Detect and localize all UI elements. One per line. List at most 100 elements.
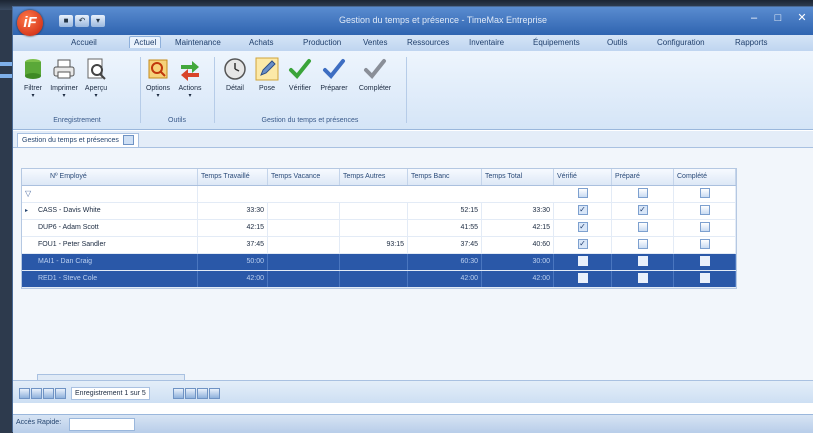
- filtrer-button[interactable]: Filtrer ▾: [19, 57, 47, 99]
- first-record-icon[interactable]: [19, 388, 30, 399]
- column-header[interactable]: Vérifié: [554, 169, 612, 185]
- check-gray-icon: [363, 57, 387, 81]
- table-row[interactable]: CASS - Davis White 33:30 52:15 33:30 ▸: [22, 203, 736, 220]
- cell-employee: DUP6 - Adam Scott: [22, 220, 198, 236]
- verified-checkbox[interactable]: [577, 205, 588, 216]
- maximize-icon[interactable]: □: [766, 9, 790, 27]
- cell-completed: [674, 254, 736, 270]
- cell-completed: [674, 237, 736, 253]
- cell-verified: [554, 203, 612, 219]
- prev-record-icon[interactable]: [43, 388, 54, 399]
- cell-verified: [554, 220, 612, 236]
- quick-access-input[interactable]: [69, 418, 135, 431]
- filter-checkbox[interactable]: [637, 188, 648, 199]
- pen-icon: [255, 57, 279, 81]
- tab-outils[interactable]: Outils: [607, 38, 627, 47]
- prepared-checkbox[interactable]: [637, 205, 648, 216]
- prepared-checkbox[interactable]: [637, 222, 648, 233]
- cell-vacation: [268, 220, 340, 236]
- tab-maintenance[interactable]: Maintenance: [175, 38, 221, 47]
- next-page-icon[interactable]: [185, 388, 196, 399]
- table-row[interactable]: DUP6 - Adam Scott 42:15 41:55 42:15: [22, 220, 736, 237]
- close-icon[interactable]: ✕: [790, 9, 813, 27]
- table-row[interactable]: MAI1 - Dan Craig 50:00 60:30 30:00: [22, 254, 736, 271]
- apercu-button[interactable]: Aperçu ▾: [81, 57, 111, 99]
- completed-checkbox[interactable]: [699, 205, 710, 216]
- prev-page-icon[interactable]: [31, 388, 42, 399]
- tab-equipements[interactable]: Équipements: [533, 38, 580, 47]
- completer-button[interactable]: Compléter: [354, 57, 396, 92]
- column-header[interactable]: Temps Total: [482, 169, 554, 185]
- table-row[interactable]: FOU1 - Peter Sandler 37:45 93:15 37:45 40:60: [22, 237, 736, 254]
- quick-access-label: Accès Rapide:: [16, 419, 62, 426]
- column-header[interactable]: Temps Travaillé: [198, 169, 268, 185]
- tab-close-icon[interactable]: [122, 135, 134, 146]
- dropdown-arrow-icon: ▾: [156, 93, 160, 99]
- cell-vacation: [268, 237, 340, 253]
- completed-checkbox[interactable]: [699, 256, 710, 267]
- cell-verified: [554, 237, 612, 253]
- prepared-checkbox[interactable]: [637, 239, 648, 250]
- cell-bank: 42:00: [408, 271, 482, 287]
- tab-ressources[interactable]: Ressources: [407, 38, 449, 47]
- cell-bank: 37:45: [408, 237, 482, 253]
- imprimer-button[interactable]: Imprimer ▾: [49, 57, 79, 99]
- verified-checkbox[interactable]: [577, 222, 588, 233]
- prev-icon[interactable]: [55, 388, 66, 399]
- preparer-button[interactable]: Préparer: [318, 57, 350, 92]
- tab-inventaire[interactable]: Inventaire: [469, 38, 504, 47]
- tab-rapports[interactable]: Rapports: [735, 38, 767, 47]
- last-record-icon[interactable]: [197, 388, 208, 399]
- column-header[interactable]: Préparé: [612, 169, 674, 185]
- completed-checkbox[interactable]: [699, 239, 710, 250]
- cell-prepared: [612, 237, 674, 253]
- prepared-checkbox[interactable]: [637, 273, 648, 284]
- column-header[interactable]: Temps Vacance: [268, 169, 340, 185]
- window-title: Gestion du temps et présence - TimeMax E…: [338, 15, 548, 25]
- cell-other: [340, 203, 408, 219]
- tab-accueil[interactable]: Accueil: [71, 38, 97, 47]
- filter-checkbox[interactable]: [699, 188, 710, 199]
- filter-icon[interactable]: ▽: [22, 186, 198, 202]
- cell-worked: 42:00: [198, 271, 268, 287]
- prepared-checkbox[interactable]: [637, 256, 648, 267]
- column-header[interactable]: Temps Autres: [340, 169, 408, 185]
- options-icon: [146, 57, 170, 81]
- application-window: ■ ↶ ▾ Gestion du temps et présence - Tim…: [12, 6, 813, 433]
- tab-configuration[interactable]: Configuration: [657, 38, 705, 47]
- completed-checkbox[interactable]: [699, 222, 710, 233]
- grid-filter-row[interactable]: ▽: [22, 186, 736, 203]
- tab-ventes[interactable]: Ventes: [363, 38, 387, 47]
- dropdown-icon[interactable]: ▾: [91, 15, 105, 27]
- column-header[interactable]: Complété: [674, 169, 736, 185]
- verified-checkbox[interactable]: [577, 273, 588, 284]
- detail-button[interactable]: Détail: [221, 57, 249, 92]
- current-row-indicator: ▸: [25, 208, 29, 214]
- verified-checkbox[interactable]: [577, 239, 588, 250]
- actions-button[interactable]: Actions ▾: [175, 57, 205, 99]
- options-button[interactable]: Options ▾: [143, 57, 173, 99]
- cell-total: 30:00: [482, 254, 554, 270]
- completed-checkbox[interactable]: [699, 273, 710, 284]
- undo-icon[interactable]: ↶: [75, 15, 89, 27]
- table-row[interactable]: RED1 - Steve Cole 42:00 42:00 42:00: [22, 271, 736, 288]
- document-tab[interactable]: Gestion du temps et présences: [17, 133, 139, 147]
- column-header[interactable]: Temps Banc: [408, 169, 482, 185]
- save-icon[interactable]: ■: [59, 15, 73, 27]
- next-record-icon[interactable]: [173, 388, 184, 399]
- filter-checkbox[interactable]: [577, 188, 588, 199]
- cell-total: 42:00: [482, 271, 554, 287]
- verifier-button[interactable]: Vérifier: [286, 57, 314, 92]
- column-header[interactable]: Nº Employé: [22, 169, 198, 185]
- cell-total: 33:30: [482, 203, 554, 219]
- app-logo[interactable]: iF: [17, 10, 43, 36]
- tab-actuel[interactable]: Actuel: [129, 36, 162, 48]
- pose-button[interactable]: Pose: [253, 57, 281, 92]
- minimize-icon[interactable]: –: [742, 9, 766, 27]
- cell-employee: MAI1 - Dan Craig: [22, 254, 198, 270]
- verified-checkbox[interactable]: [577, 256, 588, 267]
- tab-achats[interactable]: Achats: [249, 38, 273, 47]
- add-record-icon[interactable]: [209, 388, 220, 399]
- tab-production[interactable]: Production: [303, 38, 341, 47]
- cell-completed: [674, 271, 736, 287]
